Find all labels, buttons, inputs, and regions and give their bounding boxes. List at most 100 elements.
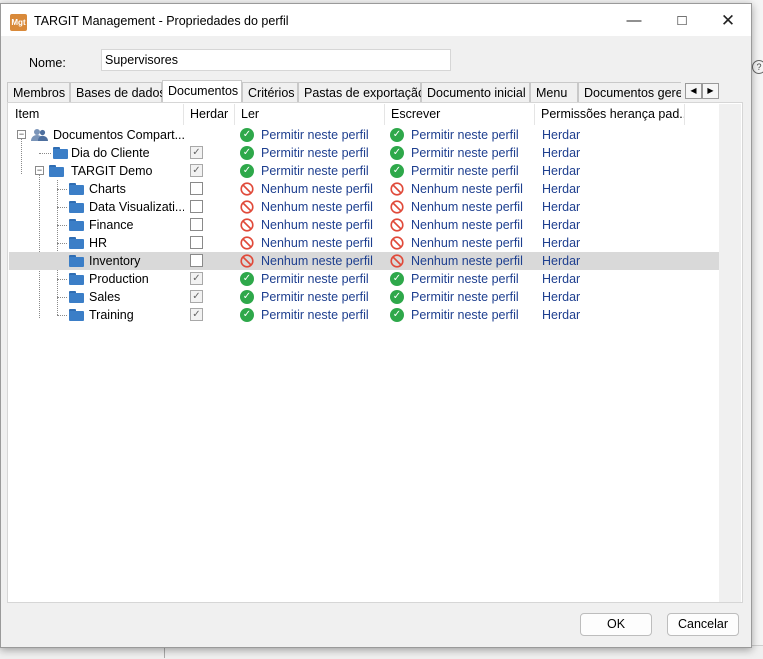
- tab-bases-de-dados[interactable]: Bases de dados: [70, 82, 166, 102]
- app-logo-icon: Mgt: [10, 14, 27, 31]
- escrever-permission-link[interactable]: Permitir neste perfil: [411, 162, 536, 180]
- herdar-checkbox[interactable]: [190, 182, 203, 195]
- column-header-ler[interactable]: Ler: [235, 104, 385, 125]
- escrever-permission-link[interactable]: Permitir neste perfil: [411, 126, 536, 144]
- escrever-permission-link[interactable]: Nenhum neste perfil: [411, 216, 536, 234]
- herdar-checkbox[interactable]: ✓: [190, 290, 203, 303]
- title-bar: Mgt TARGIT Management - Propriedades do …: [1, 4, 751, 36]
- permissions-tree-grid: Item Herdar Ler Escrever Permissões hera…: [9, 104, 719, 602]
- ler-permission-link[interactable]: Nenhum neste perfil: [261, 252, 386, 270]
- tab-documentos-gerenciados[interactable]: Documentos gerenciados: [578, 82, 681, 102]
- ler-permission-link[interactable]: Permitir neste perfil: [261, 126, 386, 144]
- table-row[interactable]: Data Visualizati... Nenhum neste perfil Ne…: [9, 198, 719, 216]
- minimize-button[interactable]: —: [611, 6, 657, 36]
- ler-permission-link[interactable]: Permitir neste perfil: [261, 306, 386, 324]
- deny-prohibited-icon: [240, 182, 254, 196]
- heranca-permission-link[interactable]: Herdar: [542, 162, 682, 180]
- maximize-button[interactable]: □: [659, 6, 705, 36]
- herdar-checkbox[interactable]: ✓: [190, 164, 203, 177]
- item-name: Dia do Cliente: [71, 146, 150, 160]
- heranca-permission-link[interactable]: Herdar: [542, 198, 682, 216]
- heranca-permission-link[interactable]: Herdar: [542, 180, 682, 198]
- documentos-panel: Item Herdar Ler Escrever Permissões hera…: [7, 102, 743, 603]
- heranca-permission-link[interactable]: Herdar: [542, 144, 682, 162]
- item-name: Inventory: [89, 254, 141, 268]
- heranca-permission-link[interactable]: Herdar: [542, 270, 682, 288]
- ler-permission-link[interactable]: Nenhum neste perfil: [261, 234, 386, 252]
- vertical-scrollbar[interactable]: [719, 104, 741, 602]
- ler-permission-link[interactable]: Nenhum neste perfil: [261, 180, 386, 198]
- escrever-permission-link[interactable]: Permitir neste perfil: [411, 144, 536, 162]
- tab-pastas-de-exportacao[interactable]: Pastas de exportação: [298, 82, 425, 102]
- table-row[interactable]: − TARGIT Demo ✓ ✓ Permitir neste perfil ✓ Perm…: [9, 162, 719, 180]
- ler-permission-link[interactable]: Permitir neste perfil: [261, 162, 386, 180]
- table-row[interactable]: Finance Nenhum neste perfil Nenhum neste p…: [9, 216, 719, 234]
- deny-prohibited-icon: [390, 200, 404, 214]
- herdar-checkbox[interactable]: [190, 200, 203, 213]
- heranca-permission-link[interactable]: Herdar: [542, 234, 682, 252]
- tab-membros[interactable]: Membros: [7, 82, 70, 102]
- ler-permission-link[interactable]: Nenhum neste perfil: [261, 198, 386, 216]
- allow-check-icon: ✓: [390, 272, 404, 286]
- tab-menu[interactable]: Menu: [530, 82, 578, 102]
- folder-icon: [69, 183, 84, 195]
- item-name: Sales: [89, 290, 121, 304]
- name-input[interactable]: [101, 49, 451, 71]
- column-header-herdar[interactable]: Herdar: [184, 104, 235, 125]
- herdar-checkbox[interactable]: ✓: [190, 146, 203, 159]
- collapse-toggle-icon[interactable]: −: [35, 166, 44, 175]
- herdar-checkbox[interactable]: ✓: [190, 272, 203, 285]
- column-header-escrever[interactable]: Escrever: [385, 104, 535, 125]
- allow-check-icon: ✓: [390, 146, 404, 160]
- tab-scroll-left-button[interactable]: ◀: [685, 83, 702, 99]
- close-button[interactable]: ✕: [705, 6, 751, 36]
- collapse-toggle-icon[interactable]: −: [17, 130, 26, 139]
- item-name: HR: [89, 236, 108, 250]
- column-header-permissoes-heranca[interactable]: Permissões herança pad...: [535, 104, 685, 125]
- ler-permission-link[interactable]: Nenhum neste perfil: [261, 216, 386, 234]
- heranca-permission-link[interactable]: Herdar: [542, 252, 682, 270]
- table-row[interactable]: HR Nenhum neste perfil Nenhum neste perfil…: [9, 234, 719, 252]
- tab-criterios[interactable]: Critérios: [242, 82, 298, 102]
- table-row[interactable]: Production ✓ ✓ Permitir neste perfil ✓ Permit…: [9, 270, 719, 288]
- herdar-checkbox[interactable]: [190, 254, 203, 267]
- table-row[interactable]: Charts Nenhum neste perfil Nenhum neste pe…: [9, 180, 719, 198]
- heranca-permission-link[interactable]: Herdar: [542, 306, 682, 324]
- ler-permission-link[interactable]: Permitir neste perfil: [261, 144, 386, 162]
- cancel-button[interactable]: Cancelar: [667, 613, 739, 636]
- ok-button[interactable]: OK: [580, 613, 652, 636]
- escrever-permission-link[interactable]: Permitir neste perfil: [411, 306, 536, 324]
- folder-icon: [69, 237, 84, 249]
- table-row[interactable]: Dia do Cliente ✓ ✓ Permitir neste perfil ✓ Pe…: [9, 144, 719, 162]
- table-row[interactable]: − Documentos Compart... ✓ Permitir neste pe…: [9, 126, 719, 144]
- deny-prohibited-icon: [390, 182, 404, 196]
- item-name: TARGIT Demo: [71, 164, 153, 178]
- tab-documento-inicial[interactable]: Documento inicial: [421, 82, 530, 102]
- tab-strip: Membros Bases de dados Documentos Critér…: [7, 80, 681, 102]
- tab-documentos[interactable]: Documentos: [162, 80, 242, 102]
- herdar-checkbox[interactable]: ✓: [190, 308, 203, 321]
- escrever-permission-link[interactable]: Nenhum neste perfil: [411, 180, 536, 198]
- deny-prohibited-icon: [240, 236, 254, 250]
- herdar-checkbox[interactable]: [190, 236, 203, 249]
- table-row[interactable]: Inventory Nenhum neste perfil Nenhum neste…: [9, 252, 719, 270]
- help-icon: ?: [752, 60, 763, 74]
- profile-properties-dialog: Mgt TARGIT Management - Propriedades do …: [0, 3, 752, 648]
- escrever-permission-link[interactable]: Nenhum neste perfil: [411, 198, 536, 216]
- escrever-permission-link[interactable]: Nenhum neste perfil: [411, 234, 536, 252]
- ler-permission-link[interactable]: Permitir neste perfil: [261, 270, 386, 288]
- escrever-permission-link[interactable]: Nenhum neste perfil: [411, 252, 536, 270]
- escrever-permission-link[interactable]: Permitir neste perfil: [411, 270, 536, 288]
- table-row[interactable]: Sales ✓ ✓ Permitir neste perfil ✓ Permitir ne…: [9, 288, 719, 306]
- herdar-checkbox[interactable]: [190, 218, 203, 231]
- tab-scroll-right-button[interactable]: ▶: [702, 83, 719, 99]
- column-header-item[interactable]: Item: [9, 104, 184, 125]
- heranca-permission-link[interactable]: Herdar: [542, 288, 682, 306]
- escrever-permission-link[interactable]: Permitir neste perfil: [411, 288, 536, 306]
- table-row[interactable]: Training ✓ ✓ Permitir neste perfil ✓ Permitir…: [9, 306, 719, 324]
- allow-check-icon: ✓: [240, 272, 254, 286]
- deny-prohibited-icon: [240, 200, 254, 214]
- heranca-permission-link[interactable]: Herdar: [542, 126, 682, 144]
- ler-permission-link[interactable]: Permitir neste perfil: [261, 288, 386, 306]
- heranca-permission-link[interactable]: Herdar: [542, 216, 682, 234]
